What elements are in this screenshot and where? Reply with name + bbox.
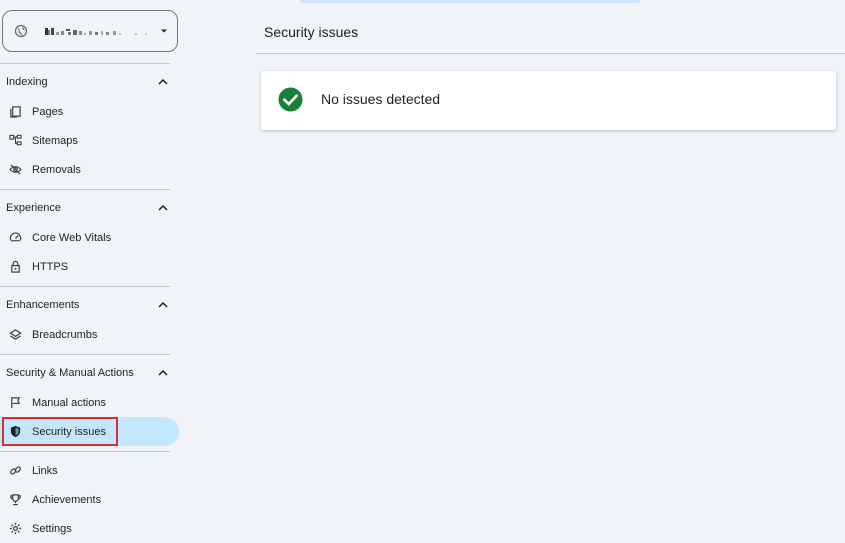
shield-icon [8, 425, 22, 439]
sidebar-item-label: Links [32, 464, 58, 477]
sidebar-item-label: Security issues [32, 425, 106, 438]
lock-icon [8, 260, 22, 274]
gauge-icon [8, 231, 22, 245]
sidebar-item-label: Manual actions [32, 396, 106, 409]
sidebar-item-security-issues[interactable]: Security issues [0, 417, 179, 446]
chevron-up-icon [158, 370, 168, 376]
sidebar-item-label: Sitemaps [32, 134, 78, 147]
link-icon [8, 464, 22, 478]
sitemap-icon [8, 134, 22, 148]
sidebar-item-https[interactable]: HTTPS [0, 252, 179, 281]
sidebar-item-pages[interactable]: Pages [0, 97, 179, 126]
section-security-manual-actions[interactable]: Security & Manual Actions [0, 362, 172, 384]
title-divider [256, 53, 845, 54]
section-enhancements[interactable]: Enhancements [0, 294, 172, 316]
page-title: Security issues [264, 24, 359, 40]
chevron-up-icon [158, 302, 168, 308]
status-message: No issues detected [321, 91, 441, 107]
layers-icon [8, 328, 22, 342]
divider [0, 63, 170, 64]
gear-icon [8, 522, 22, 536]
sidebar: Indexing Pages Sitemaps Removals Experie… [0, 0, 186, 538]
chevron-up-icon [158, 79, 168, 85]
sidebar-item-manual-actions[interactable]: Manual actions [0, 388, 179, 417]
caret-down-icon [161, 29, 167, 33]
section-experience[interactable]: Experience [0, 197, 172, 219]
sidebar-item-label: Removals [32, 163, 81, 176]
section-indexing[interactable]: Indexing [0, 71, 172, 93]
sidebar-item-label: Breadcrumbs [32, 328, 98, 341]
section-label: Experience [6, 202, 62, 214]
pages-icon [8, 105, 22, 119]
sidebar-item-breadcrumbs[interactable]: Breadcrumbs [0, 320, 179, 349]
divider [0, 189, 170, 190]
sidebar-item-label: Pages [32, 105, 64, 118]
section-label: Security & Manual Actions [6, 367, 134, 379]
chevron-up-icon [158, 205, 168, 211]
section-label: Enhancements [6, 299, 80, 311]
flag-icon [8, 396, 22, 410]
sidebar-item-core-web-vitals[interactable]: Core Web Vitals [0, 223, 179, 252]
globe-icon [14, 24, 28, 38]
sidebar-item-removals[interactable]: Removals [0, 155, 179, 184]
trophy-icon [8, 493, 22, 507]
eye-off-icon [8, 163, 22, 177]
section-label: Indexing [6, 76, 48, 88]
property-selector[interactable] [2, 10, 178, 52]
sidebar-item-settings[interactable]: Settings [0, 514, 179, 543]
divider [0, 354, 170, 355]
top-progress-strip [300, 0, 640, 3]
sidebar-item-links[interactable]: Links [0, 456, 179, 485]
sidebar-item-sitemaps[interactable]: Sitemaps [0, 126, 179, 155]
divider [0, 451, 170, 452]
divider [0, 286, 170, 287]
property-name-redacted [45, 28, 147, 35]
sidebar-item-label: HTTPS [32, 260, 69, 273]
check-circle-icon [278, 87, 303, 112]
status-card: No issues detected [261, 71, 836, 130]
sidebar-item-label: Core Web Vitals [32, 231, 112, 244]
sidebar-item-achievements[interactable]: Achievements [0, 485, 179, 514]
sidebar-item-label: Settings [32, 522, 72, 535]
sidebar-item-label: Achievements [32, 493, 102, 506]
